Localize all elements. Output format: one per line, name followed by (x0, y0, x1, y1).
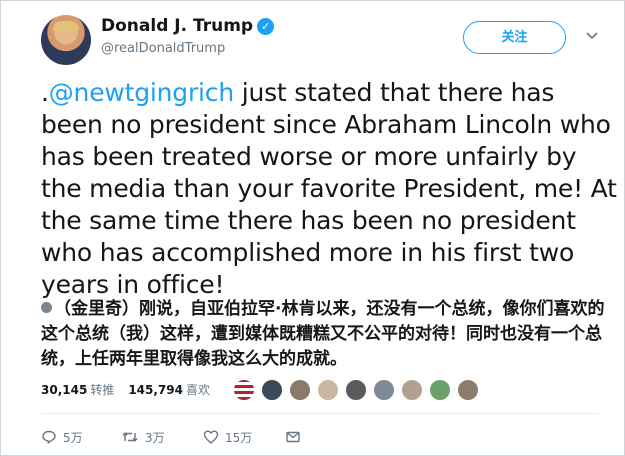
liker-avatar[interactable] (373, 379, 395, 401)
message-button[interactable] (285, 427, 307, 447)
likes-label[interactable]: 喜欢 (186, 383, 210, 397)
retweet-button[interactable]: 3万 (121, 427, 165, 447)
follow-button[interactable]: 关注 (463, 21, 566, 54)
mention-link[interactable]: @newtgingrich (49, 78, 234, 107)
likes-count[interactable]: 145,794 (128, 383, 183, 397)
retweet-icon (122, 432, 138, 442)
liker-avatar[interactable] (261, 379, 283, 401)
liker-avatar[interactable] (289, 379, 311, 401)
user-handle[interactable]: @realDonaldTrump (101, 41, 225, 56)
retweets-count[interactable]: 30,145 (41, 383, 87, 397)
liker-avatar[interactable] (345, 379, 367, 401)
like-button[interactable]: 15万 (203, 427, 252, 447)
display-name-text[interactable]: Donald J. Trump (101, 16, 253, 36)
tweet-body: just stated that there has been no presi… (41, 78, 617, 299)
retweet-count: 3万 (145, 430, 165, 445)
divider (41, 413, 599, 414)
retweets-label[interactable]: 转推 (90, 383, 114, 397)
display-name[interactable]: Donald J. Trump ✓ (101, 16, 275, 36)
avatar-hair (53, 21, 79, 31)
tweet-prefix: . (41, 78, 49, 107)
verified-badge-icon: ✓ (257, 18, 275, 35)
translation-text: （金里奇）刚说，自亚伯拉罕·林肯以来，还没有一个总统，像你们喜欢的这个总统（我）… (41, 297, 613, 372)
message-icon (286, 431, 300, 443)
reply-button[interactable]: 5万 (41, 427, 83, 447)
liker-avatar[interactable] (233, 379, 255, 401)
translate-icon (41, 302, 52, 313)
avatar[interactable] (41, 15, 91, 65)
liker-avatar[interactable] (457, 379, 479, 401)
liker-avatar[interactable] (317, 379, 339, 401)
tweet-text: .@newtgingrich just stated that there ha… (41, 77, 621, 301)
like-icon (203, 430, 219, 444)
translation-body: （金里奇）刚说，自亚伯拉罕·林肯以来，还没有一个总统，像你们喜欢的这个总统（我）… (41, 299, 605, 369)
reply-count: 5万 (63, 430, 83, 445)
reply-icon (42, 430, 56, 444)
liker-avatar[interactable] (401, 379, 423, 401)
like-count: 15万 (225, 430, 253, 445)
tweet-card: Donald J. Trump ✓ @realDonaldTrump 关注 .@n… (0, 0, 625, 456)
chevron-down-icon[interactable] (586, 29, 598, 41)
liker-avatar[interactable] (429, 379, 451, 401)
engagement-stats: 30,145 转推 145,794 喜欢 (41, 381, 224, 398)
